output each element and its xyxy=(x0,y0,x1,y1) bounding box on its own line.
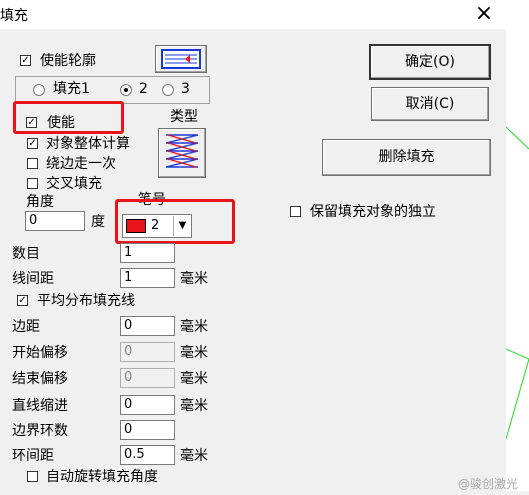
keep-independent-label: 保留填充对象的独立 xyxy=(310,204,436,220)
auto-rotate-checkbox[interactable] xyxy=(27,471,38,482)
line-indent-label: 直线缩进 xyxy=(12,398,68,414)
radio-fill1[interactable] xyxy=(33,84,45,96)
cancel-button[interactable]: 取消(C) xyxy=(371,87,489,121)
border-loops-label: 边界环数 xyxy=(12,423,68,439)
line-spacing-label: 线间距 xyxy=(12,271,54,287)
cross-fill-label: 交叉填充 xyxy=(46,176,102,192)
end-offset-label: 结束偏移 xyxy=(12,371,68,387)
pen-value: 2 xyxy=(151,218,160,233)
radio-fill3-label: 3 xyxy=(181,81,190,97)
canvas-lines xyxy=(505,126,529,440)
edge-once-checkbox[interactable] xyxy=(27,158,38,169)
margin-label: 边距 xyxy=(12,319,40,335)
enable-label: 使能 xyxy=(47,115,75,131)
line-indent-unit: 毫米 xyxy=(180,398,208,414)
radio-fill1-label: 填充1 xyxy=(53,81,90,97)
delete-fill-button[interactable]: 删除填充 xyxy=(322,139,491,176)
pen-color-swatch xyxy=(126,219,146,233)
start-offset-input[interactable]: 0 xyxy=(120,342,175,362)
radio-fill2[interactable] xyxy=(120,84,132,96)
edge-once-label: 绕边走一次 xyxy=(46,156,116,172)
count-label: 数目 xyxy=(12,246,40,262)
line-indent-input[interactable]: 0 xyxy=(120,395,175,415)
line-spacing-unit: 毫米 xyxy=(180,271,208,287)
loop-spacing-label: 环间距 xyxy=(12,448,54,464)
title-bar xyxy=(0,0,529,29)
margin-input[interactable]: 0 xyxy=(120,316,175,336)
chevron-down-icon[interactable]: ▼ xyxy=(173,216,191,236)
fill-type-button[interactable] xyxy=(158,128,206,178)
auto-rotate-label: 自动旋转填充角度 xyxy=(46,469,158,485)
zigzag-pattern-icon xyxy=(165,134,199,168)
end-offset-input[interactable]: 0 xyxy=(120,368,175,388)
watermark: @骏创激光 xyxy=(458,477,519,491)
border-loops-input[interactable]: 0 xyxy=(120,420,175,440)
radio-fill3[interactable] xyxy=(162,84,174,96)
line-spacing-input[interactable]: 1 xyxy=(120,268,175,288)
keep-independent-checkbox[interactable] xyxy=(290,206,301,217)
start-offset-label: 开始偏移 xyxy=(12,345,68,361)
ok-button[interactable]: 确定(O) xyxy=(369,44,491,80)
window-title: 填充 xyxy=(0,8,28,24)
type-label: 类型 xyxy=(170,109,198,125)
loop-spacing-unit: 毫米 xyxy=(180,448,208,464)
start-offset-unit: 毫米 xyxy=(180,345,208,361)
end-offset-unit: 毫米 xyxy=(180,371,208,387)
angle-input[interactable]: 0 xyxy=(25,211,85,231)
loop-spacing-input[interactable]: 0.5 xyxy=(120,445,175,465)
outline-settings-button[interactable] xyxy=(155,45,207,73)
outline-pattern-icon xyxy=(161,49,201,69)
whole-calc-label: 对象整体计算 xyxy=(46,136,130,152)
close-icon[interactable]: × xyxy=(470,1,498,27)
angle-unit: 度 xyxy=(91,214,105,230)
even-distribute-checkbox[interactable]: ✓ xyxy=(17,295,28,306)
outline-checkbox[interactable]: ✓ xyxy=(20,55,31,66)
whole-calc-checkbox[interactable]: ✓ xyxy=(27,138,38,149)
even-distribute-label: 平均分布填充线 xyxy=(37,293,135,309)
margin-unit: 毫米 xyxy=(180,319,208,335)
drawing-canvas xyxy=(505,29,529,491)
radio-fill2-label: 2 xyxy=(139,81,148,97)
count-input[interactable]: 1 xyxy=(120,243,175,263)
cross-fill-checkbox[interactable] xyxy=(27,178,38,189)
outline-label: 使能轮廓 xyxy=(40,53,96,69)
angle-label: 角度 xyxy=(26,194,54,210)
pen-select[interactable]: 2 ▼ xyxy=(122,214,192,238)
enable-checkbox[interactable]: ✓ xyxy=(26,117,37,128)
